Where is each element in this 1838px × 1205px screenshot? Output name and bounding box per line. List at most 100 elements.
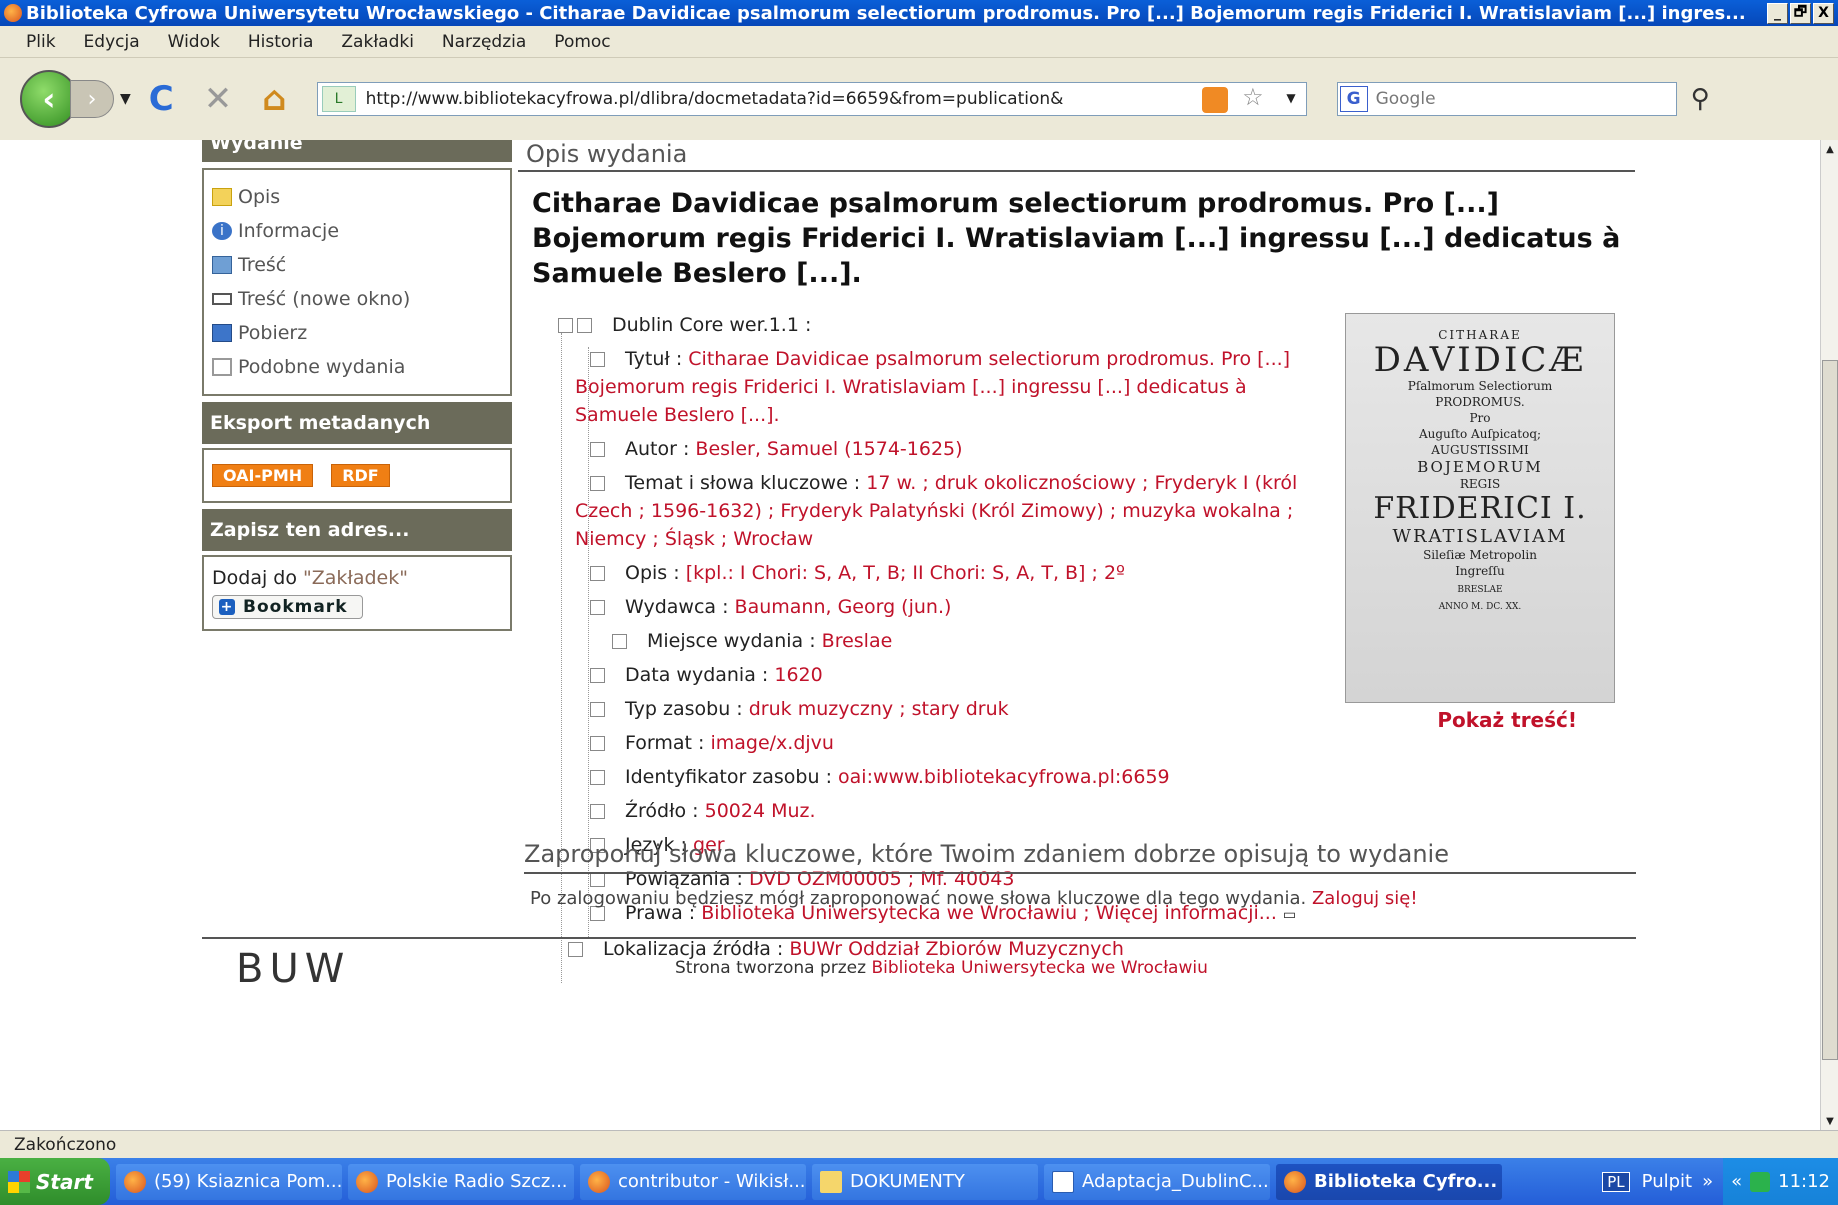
rdf-button[interactable]: RDF [331, 464, 390, 487]
dodaj-prefix: Dodaj do [212, 567, 304, 589]
clock-area: « 11:12 [1723, 1158, 1838, 1205]
cover-text: BOJEMORUM [1417, 458, 1543, 476]
scroll-down-icon[interactable]: ▼ [1821, 1112, 1838, 1130]
close-button[interactable]: X [1813, 2, 1834, 24]
login-link[interactable]: Zaloguj się! [1312, 888, 1418, 909]
taskbar: Start (59) Ksiaznica Pom... Polskie Radi… [0, 1158, 1838, 1205]
meta-row-format: Format : image/x.djvu [558, 729, 1635, 757]
tray-app-icon[interactable] [1750, 1171, 1771, 1192]
status-text: Zakończono [14, 1134, 117, 1155]
field-value-link[interactable]: oai:www.bibliotekacyfrowa.pl:6659 [838, 766, 1170, 788]
meta-row-identyfikator: Identyfikator zasobu : oai:www.bibliotek… [558, 763, 1635, 791]
show-content-link[interactable]: Pokaż treść! [1437, 708, 1577, 732]
tree-box-icon [590, 872, 605, 887]
sidebar-item-label: Treść [238, 254, 287, 276]
menu-historia[interactable]: Historia [248, 32, 314, 52]
oai-pmh-button[interactable]: OAI-PMH [212, 464, 314, 487]
field-label: Temat i słowa kluczowe : [625, 472, 861, 494]
site-identity-icon[interactable]: L [321, 86, 356, 112]
reload-icon[interactable]: C [149, 79, 174, 119]
field-value-link[interactable]: Besler, Samuel (1574-1625) [695, 438, 962, 460]
tree-box-icon [590, 804, 605, 819]
sidebar-item-label: Informacje [238, 220, 340, 242]
search-icon[interactable]: ⚲ [1691, 84, 1710, 114]
restore-button[interactable]: 🗗 [1790, 2, 1811, 24]
field-label: Źródło : [625, 800, 699, 822]
field-value-link[interactable]: 50024 Muz. [705, 800, 816, 822]
url-dropdown-icon[interactable]: ▼ [1286, 91, 1295, 105]
menu-bar: Plik Edycja Widok Historia Zakładki Narz… [0, 26, 1838, 58]
status-bar: Zakończono [0, 1130, 1838, 1158]
task-polskie-radio[interactable]: Polskie Radio Szcz... [348, 1163, 574, 1200]
tray-collapse-icon[interactable]: « [1731, 1171, 1742, 1192]
search-box[interactable]: G Google [1336, 82, 1677, 116]
sidebar-item-informacje[interactable]: i Informacje [212, 214, 502, 248]
google-icon[interactable]: G [1339, 86, 1368, 112]
login-prompt: Po zalogowaniu będziesz mógł zaproponowa… [530, 888, 1418, 909]
toolbar-expand-icon[interactable]: » [1702, 1171, 1713, 1192]
export-box: OAI-PMH RDF [202, 448, 512, 503]
rss-icon[interactable] [1201, 87, 1228, 113]
info-icon: i [212, 222, 232, 240]
bookmark-button[interactable]: + Bookmark [212, 595, 363, 619]
history-dropdown-icon[interactable]: ▼ [120, 91, 131, 107]
page-viewport: Wydanie Opis i Informacje Treść Treść (no… [0, 140, 1820, 1130]
cover-thumbnail[interactable]: CITHARAE DAVIDICÆ Pſalmorum Selectiorum … [1345, 313, 1615, 703]
menu-plik[interactable]: Plik [26, 32, 56, 52]
field-value-link[interactable]: Baumann, Georg (jun.) [735, 596, 952, 618]
menu-narzedzia[interactable]: Narzędzia [442, 32, 526, 52]
new-window-icon [212, 293, 232, 305]
wydanie-box: Opis i Informacje Treść Treść (nowe okno)… [202, 168, 512, 396]
minimize-button[interactable]: _ [1767, 2, 1788, 24]
meta-row-zrodlo: Źródło : 50024 Muz. [558, 797, 1635, 825]
field-label: Autor : [625, 438, 690, 460]
menu-pomoc[interactable]: Pomoc [554, 32, 610, 52]
field-label: Wydawca : [625, 596, 729, 618]
menu-widok[interactable]: Widok [168, 32, 220, 52]
field-value-link[interactable]: [kpl.: I Chori: S, A, T, B; II Chori: S,… [686, 562, 1125, 584]
footer-link[interactable]: Biblioteka Uniwersytecka we Wrocławiu [871, 958, 1207, 978]
stop-icon[interactable]: ✕ [204, 79, 233, 119]
new-window-icon[interactable]: ▭ [1283, 907, 1296, 923]
sidebar-item-tresc-nowe-okno[interactable]: Treść (nowe okno) [212, 282, 502, 316]
task-label: Polskie Radio Szcz... [386, 1171, 568, 1192]
field-value-link[interactable]: Citharae Davidicae psalmorum selectiorum… [575, 348, 1290, 426]
pulpit-toolbar[interactable]: Pulpit [1642, 1171, 1692, 1192]
sidebar-item-tresc[interactable]: Treść [212, 248, 502, 282]
firefox-icon [588, 1170, 610, 1193]
forward-button[interactable]: › [70, 80, 114, 118]
sidebar-item-opis[interactable]: Opis [212, 180, 502, 214]
task-dokumenty[interactable]: DOKUMENTY [812, 1163, 1038, 1200]
menu-edycja[interactable]: Edycja [84, 32, 140, 52]
sidebar-item-podobne[interactable]: Podobne wydania [212, 350, 502, 384]
vertical-scrollbar[interactable]: ▲ ▼ [1820, 140, 1838, 1130]
windows-logo-icon [8, 1170, 30, 1193]
start-button[interactable]: Start [0, 1158, 110, 1205]
tree-box-icon [612, 634, 627, 649]
zakladek-link[interactable]: "Zakładek" [303, 567, 408, 589]
sidebar-item-pobierz[interactable]: Pobierz [212, 316, 502, 350]
field-value-link[interactable]: 1620 [774, 664, 822, 686]
language-indicator[interactable]: PL [1602, 1171, 1630, 1192]
task-label: DOKUMENTY [850, 1171, 965, 1192]
cover-text: ANNO M. DC. XX. [1438, 602, 1522, 612]
home-icon[interactable]: ⌂ [262, 79, 286, 119]
field-value-link[interactable]: Breslae [822, 630, 893, 652]
menu-zakladki[interactable]: Zakładki [341, 32, 414, 52]
scroll-up-icon[interactable]: ▲ [1821, 140, 1838, 158]
field-value-link[interactable]: BUWr Oddział Zbiorów Muzycznych [789, 938, 1124, 960]
tree-box-icon [577, 318, 592, 333]
add-to-bookmarks-text: Dodaj do "Zakładek" [204, 557, 510, 593]
book-icon [212, 256, 232, 274]
task-adaptacja[interactable]: Adaptacja_DublinC... [1044, 1163, 1270, 1200]
scroll-thumb[interactable] [1822, 360, 1838, 1060]
task-biblioteka[interactable]: Biblioteka Cyfro... [1276, 1163, 1502, 1200]
task-contributor[interactable]: contributor - Wikisł... [580, 1163, 806, 1200]
field-value-link[interactable]: image/x.djvu [710, 732, 834, 754]
url-bar[interactable]: L http://www.bibliotekacyfrowa.pl/dlibra… [316, 82, 1307, 116]
field-value-link[interactable]: druk muzyczny ; stary druk [749, 698, 1009, 720]
field-label: Identyfikator zasobu : [625, 766, 832, 788]
cover-text: REGIS [1459, 477, 1501, 491]
task-ksiaznica[interactable]: (59) Ksiaznica Pom... [116, 1163, 342, 1200]
bookmark-star-icon[interactable]: ☆ [1242, 83, 1264, 111]
